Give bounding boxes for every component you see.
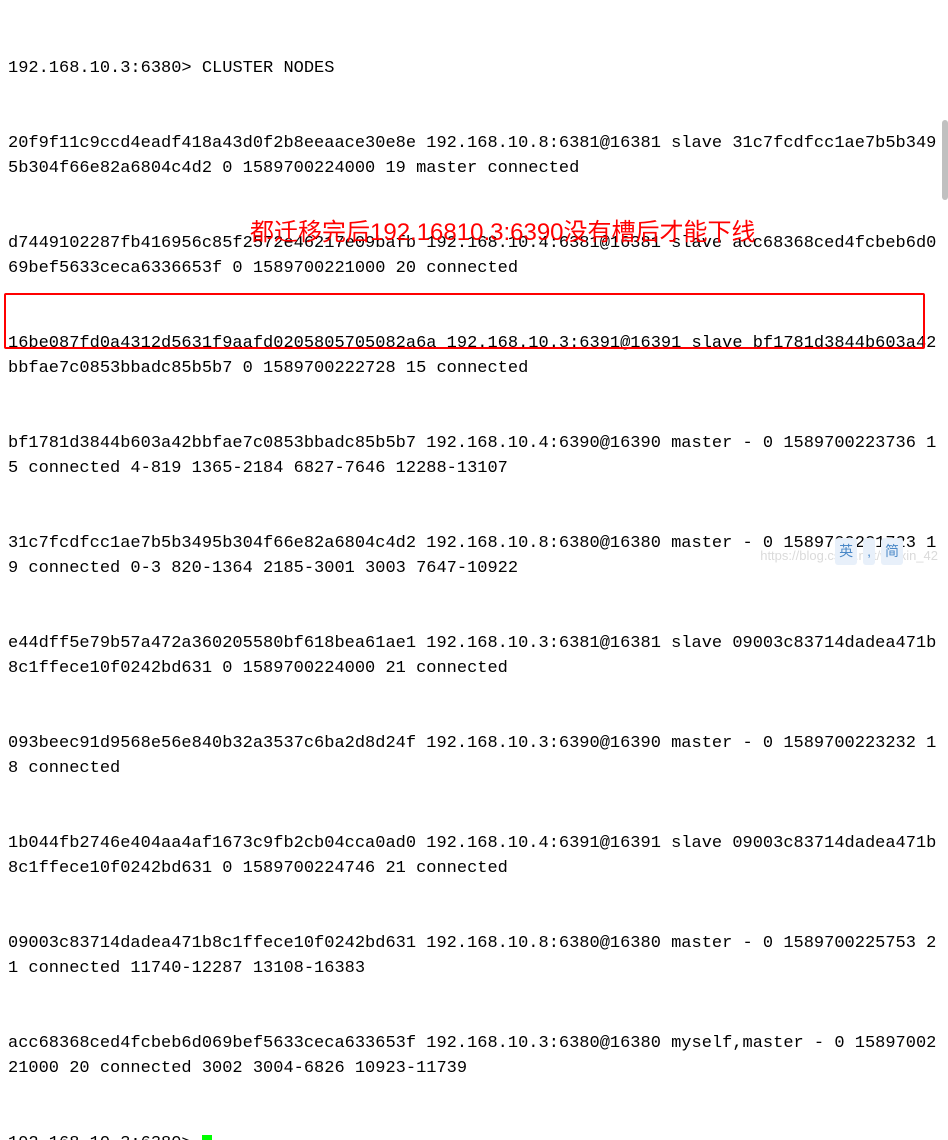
cluster-node-line: 093beec91d9568e56e840b32a3537c6ba2d8d24f… <box>8 731 940 781</box>
cluster-node-line: acc68368ced4fcbeb6d069bef5633ceca633653f… <box>8 1031 940 1081</box>
ime-indicator[interactable]: 英 , 简 <box>835 538 903 565</box>
cluster-node-line: e44dff5e79b57a472a360205580bf618bea61ae1… <box>8 631 940 681</box>
command-text: CLUSTER NODES <box>202 59 335 78</box>
prompt: 192.168.10.3:6380> <box>8 1134 202 1140</box>
ime-punct[interactable]: , <box>863 538 875 565</box>
command-line: 192.168.10.3:6380> CLUSTER NODES <box>8 56 940 81</box>
scrollbar[interactable] <box>942 120 948 200</box>
ime-charset[interactable]: 简 <box>881 538 903 565</box>
cluster-node-line: bf1781d3844b603a42bbfae7c0853bbadc85b5b7… <box>8 431 940 481</box>
cluster-node-line: 16be087fd0a4312d5631f9aafd0205805705082a… <box>8 331 940 381</box>
prompt: 192.168.10.3:6380> <box>8 59 202 78</box>
cluster-node-line: 20f9f11c9ccd4eadf418a43d0f2b8eeaace30e8e… <box>8 131 940 181</box>
cluster-node-line: 1b044fb2746e404aa4af1673c9fb2cb04cca0ad0… <box>8 831 940 881</box>
cluster-node-line: 09003c83714dadea471b8c1ffece10f0242bd631… <box>8 931 940 981</box>
prompt-line[interactable]: 192.168.10.3:6380> <box>8 1131 940 1140</box>
cluster-node-line: d7449102287fb416956c85f2572e46217e09bafb… <box>8 231 940 281</box>
cursor <box>202 1135 212 1140</box>
terminal-output: 192.168.10.3:6380> CLUSTER NODES 20f9f11… <box>8 6 940 1140</box>
ime-lang[interactable]: 英 <box>835 538 857 565</box>
